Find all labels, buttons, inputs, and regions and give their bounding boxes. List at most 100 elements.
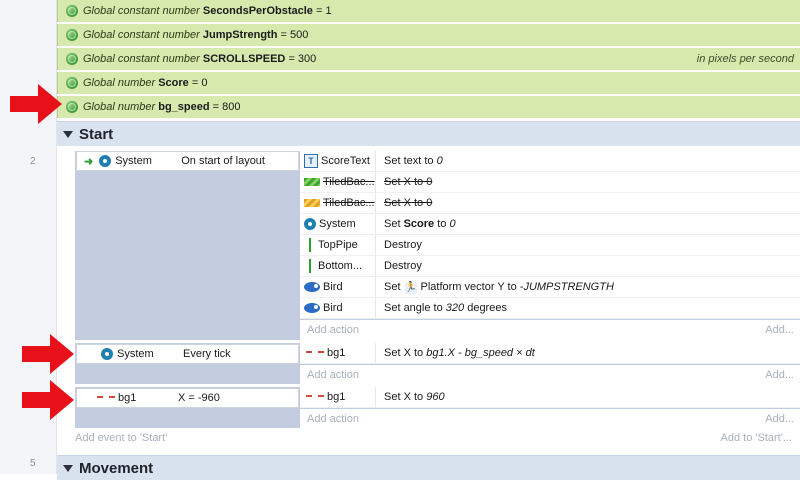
action-text: Destroy (384, 260, 422, 272)
platform-behavior-icon: 🏃 (404, 281, 417, 294)
var-name: Score (158, 77, 189, 89)
action-value: 0 (449, 218, 456, 230)
global-var-row[interactable]: Global number bg_speed = 800 (57, 96, 800, 118)
var-name: SecondsPerObstacle (202, 5, 313, 17)
action-row[interactable]: TiledBac... Set X to 0 (300, 172, 800, 193)
text-object-icon: T (304, 154, 318, 168)
sprite-icon (309, 259, 311, 273)
tiled-background-icon (304, 199, 320, 207)
collapse-triangle-icon[interactable] (63, 130, 73, 138)
action-text: Set X to (384, 391, 424, 403)
var-name: SCROLLSPEED (202, 53, 286, 65)
event-line-number: 2 (30, 156, 36, 167)
add-more-link[interactable]: Add... (765, 324, 794, 336)
action-text: degrees (467, 302, 507, 314)
var-prefix: Global constant number (83, 53, 200, 65)
condition-text: X = -960 (178, 392, 220, 404)
global-var-row[interactable]: Global constant number SCROLLSPEED = 300… (57, 48, 800, 70)
gear-icon (99, 155, 112, 167)
var-value: = 500 (280, 29, 309, 41)
add-more-link[interactable]: Add... (765, 413, 794, 425)
action-row[interactable]: System Set Score to 0 (300, 214, 800, 235)
action-object: bg1 (327, 391, 346, 403)
globe-icon (66, 77, 78, 89)
event-condition[interactable]: ➜ System On start of layout (76, 151, 299, 171)
condition-object: System (115, 155, 152, 167)
add-event-link[interactable]: Add event to 'Start' (75, 432, 167, 444)
action-value: 0 (436, 155, 443, 167)
action-text: Set (384, 218, 401, 230)
action-value: 320 (445, 302, 465, 314)
action-row[interactable]: bg1 Set X to 960 (300, 387, 800, 408)
var-prefix: Global number (83, 77, 156, 89)
action-row[interactable]: TiledBac... Set X to 0 (300, 193, 800, 214)
action-text: Set text to (384, 155, 434, 167)
action-text: Set X to (384, 347, 424, 359)
sprite-icon (309, 238, 311, 252)
background-object-icon (97, 396, 115, 400)
collapse-triangle-icon[interactable] (63, 464, 73, 472)
global-var-row[interactable]: Global constant number SecondsPerObstacl… (57, 0, 800, 22)
gear-icon (304, 218, 316, 230)
action-value: -JUMPSTRENGTH (519, 280, 614, 293)
action-row[interactable]: Bottom... Destroy (300, 256, 800, 277)
condition-text: On start of layout (181, 155, 265, 167)
condition-object: bg1 (118, 392, 137, 404)
add-more-link[interactable]: Add... (765, 369, 794, 381)
var-prefix: Global constant number (83, 5, 200, 17)
action-row[interactable]: bg1 Set X to bg1.X - bg_speed × dt (300, 343, 800, 364)
action-text: Set (384, 280, 401, 293)
add-action-row[interactable]: Add action Add... (300, 409, 800, 429)
add-action-row[interactable]: Add action Add... (300, 365, 800, 385)
event-condition[interactable]: bg1 X = -960 (76, 388, 299, 408)
action-text: Set X to 0 (384, 176, 433, 188)
group-title: Start (79, 125, 114, 143)
action-object: TopPipe (318, 239, 358, 251)
action-row[interactable]: T ScoreText Set text to 0 (300, 151, 800, 172)
add-action-link[interactable]: Add action (300, 324, 359, 336)
red-arrow-icon (10, 84, 62, 124)
var-name: bg_speed (158, 101, 210, 113)
action-object: TiledBac... (323, 197, 375, 209)
action-row[interactable]: Bird Set angle to 320 degrees (300, 298, 800, 319)
global-var-row[interactable]: Global number Score = 0 (57, 72, 800, 94)
add-action-row[interactable]: Add action Add... (300, 320, 800, 340)
action-text: to (437, 218, 447, 230)
background-object-icon (306, 351, 324, 355)
action-row[interactable]: Bird Set 🏃 Platform vector Y to -JUMPSTREN… (300, 277, 800, 298)
var-value: = 0 (191, 77, 208, 89)
globe-icon (66, 29, 78, 41)
tiled-background-icon (304, 178, 320, 186)
bird-icon (304, 303, 320, 313)
trigger-arrow-icon: ➜ (84, 155, 94, 168)
add-to-group-link[interactable]: Add to 'Start'... (721, 432, 792, 444)
var-value: = 300 (288, 53, 317, 65)
var-prefix: Global number (83, 101, 156, 113)
condition-object: System (117, 348, 154, 360)
var-name: JumpStrength (202, 29, 278, 41)
var-value: = 1 (315, 5, 332, 17)
background-object-icon (306, 395, 324, 399)
global-variables-list: Global constant number SecondsPerObstacl… (57, 0, 800, 118)
action-variable: Score (403, 218, 435, 230)
add-action-link[interactable]: Add action (300, 369, 359, 381)
action-object: Bird (323, 302, 343, 314)
globe-icon (66, 101, 78, 113)
red-arrow-icon (22, 380, 74, 420)
action-object: System (319, 218, 356, 230)
action-object: TiledBac... (323, 176, 375, 188)
action-object: Bottom... (318, 260, 363, 272)
add-action-link[interactable]: Add action (300, 413, 359, 425)
event-condition[interactable]: System Every tick (76, 344, 299, 364)
globe-icon (66, 53, 78, 65)
group-header-start[interactable]: Start (57, 121, 800, 146)
group-header-movement[interactable]: Movement (57, 455, 800, 480)
condition-text: Every tick (183, 348, 231, 360)
action-text: Set angle to (384, 302, 443, 314)
gear-icon (101, 348, 113, 360)
action-text: Platform vector Y to (420, 280, 517, 293)
global-var-row[interactable]: Global constant number JumpStrength = 50… (57, 24, 800, 46)
action-row[interactable]: TopPipe Destroy (300, 235, 800, 256)
var-prefix: Global constant number (83, 29, 200, 41)
action-object: ScoreText (321, 155, 370, 167)
